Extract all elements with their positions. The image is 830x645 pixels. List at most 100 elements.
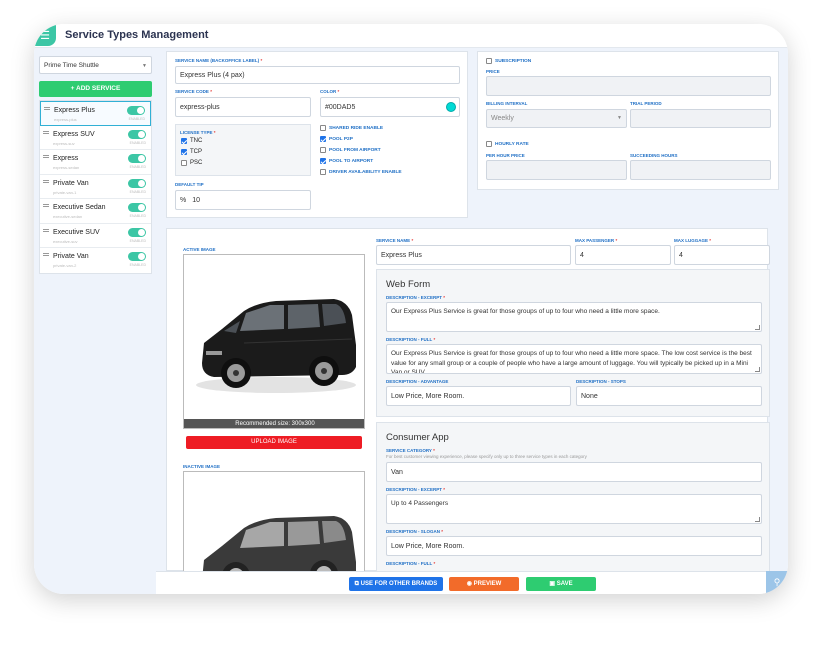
toggle-status: ENABLED (128, 117, 145, 121)
billing-interval-select[interactable]: Weekly ▼ (486, 109, 627, 128)
license-type-label: LICENSE TYPE * (180, 130, 216, 135)
service-item[interactable]: Express SUV express-suv ENABLED (40, 126, 151, 150)
resize-handle-icon[interactable] (755, 517, 760, 522)
shared-ride-checkbox[interactable]: SHARED RIDE ENABLE (320, 125, 383, 131)
checkbox-empty-icon (320, 147, 326, 153)
enable-toggle[interactable] (127, 106, 145, 115)
resize-handle-icon[interactable] (755, 325, 760, 330)
service-category-hint: For best customer viewing experience, pl… (386, 454, 587, 459)
drag-handle-icon[interactable] (43, 179, 49, 181)
advantage-input[interactable]: Low Price, More Room. (386, 386, 571, 406)
checkbox-checked-icon (320, 136, 326, 142)
search-icon[interactable]: ⚲ (766, 571, 788, 594)
resize-handle-icon[interactable] (755, 367, 760, 372)
service-item[interactable]: Express express-sedan ENABLED (40, 150, 151, 175)
web-excerpt-label: DESCRIPTION - EXCERPT * (386, 295, 446, 300)
preview-label: PREVIEW (473, 581, 502, 587)
license-psc-label: PSC (190, 160, 203, 166)
web-excerpt-textarea[interactable]: Our Express Plus Service is great for th… (386, 302, 762, 332)
web-full-label: DESCRIPTION - FULL * (386, 337, 436, 342)
service-name-input[interactable]: Express Plus (4 pax) (175, 66, 460, 84)
checkbox-empty-icon (320, 125, 326, 131)
app-full-label: DESCRIPTION - FULL * (386, 561, 436, 566)
max-luggage-label: MAX LUGGAGE * (674, 238, 712, 243)
app-excerpt-text: Up to 4 Passengers (391, 500, 449, 507)
service-item-code: private-van-2 (53, 263, 77, 268)
minivan-image (196, 299, 356, 393)
add-service-button[interactable]: + ADD SERVICE (39, 81, 152, 97)
enable-toggle[interactable] (128, 252, 146, 261)
copy-icon: ⧉ (354, 581, 359, 587)
service-item[interactable]: Express Plus express-plus ENABLED (40, 101, 151, 126)
service-item[interactable]: Private Van private-van-1 ENABLED (40, 175, 151, 199)
service-item[interactable]: Executive SUV executive-suv ENABLED (40, 224, 151, 248)
toggle-status: ENABLED (129, 238, 146, 243)
preview-button[interactable]: ◉ PREVIEW (449, 577, 519, 591)
save-label: SAVE (556, 581, 573, 587)
inactive-image-label: INACTIVE IMAGE (183, 464, 221, 469)
drag-handle-icon[interactable] (43, 253, 49, 254)
subscription-label: SUBSCRIPTION (495, 58, 532, 64)
app-excerpt-textarea[interactable]: Up to 4 Passengers (386, 494, 762, 524)
web-full-textarea[interactable]: Our Express Plus Service is great for th… (386, 344, 762, 374)
eye-icon: ◉ (466, 581, 472, 587)
service-basics-panel: SERVICE NAME (BACKOFFICE LABEL) * Expres… (166, 51, 468, 218)
driver-availability-label: DRIVER AVAILABILITY ENABLE (329, 169, 402, 175)
save-button[interactable]: ▣ SAVE (526, 577, 596, 591)
checkbox-empty-icon (320, 169, 326, 175)
pool-to-airport-label: POOL TO AIRPORT (329, 158, 374, 164)
pool-p2p-checkbox[interactable]: POOL P2P (320, 136, 353, 142)
drag-handle-icon[interactable] (43, 204, 49, 205)
service-code-input[interactable]: express-plus (175, 97, 311, 117)
default-tip-value: 10 (192, 196, 201, 204)
color-value: #00DAD5 (325, 103, 356, 111)
trial-period-input[interactable] (630, 109, 771, 128)
service-category-input[interactable]: Van (386, 462, 762, 482)
license-tnc-checkbox[interactable]: TNC (181, 138, 202, 144)
page-title: Service Types Management (65, 29, 209, 41)
sidebar: Prime Time Shuttle ▼ + ADD SERVICE Expre… (34, 48, 157, 594)
pool-from-airport-checkbox[interactable]: POOL FROM AIRPORT (320, 147, 381, 153)
chevron-down-icon: ▼ (617, 115, 622, 121)
upload-image-button[interactable]: UPLOAD IMAGE (186, 436, 362, 449)
drag-handle-icon[interactable] (43, 155, 49, 156)
drag-handle-icon[interactable] (43, 228, 49, 230)
max-passenger-input[interactable]: 4 (575, 245, 671, 265)
chevron-down-icon: ▼ (142, 63, 147, 69)
enable-toggle[interactable] (128, 154, 146, 163)
license-tnc-label: TNC (190, 138, 203, 144)
max-luggage-input[interactable]: 4 (674, 245, 770, 265)
hourly-rate-checkbox[interactable]: HOURLY RATE (486, 141, 529, 147)
color-swatch[interactable] (446, 102, 456, 112)
license-psc-checkbox[interactable]: PSC (181, 160, 202, 166)
enable-toggle[interactable] (128, 203, 146, 212)
checkbox-empty-icon (486, 58, 492, 64)
price-input[interactable] (486, 76, 771, 96)
enable-toggle[interactable] (128, 178, 146, 188)
service-item-code: express-plus (54, 117, 77, 122)
default-tip-input[interactable]: % 10 (175, 190, 311, 210)
drag-handle-icon[interactable] (43, 130, 49, 132)
license-tcp-checkbox[interactable]: TCP (181, 149, 202, 155)
enable-toggle[interactable] (128, 227, 146, 237)
use-for-other-brands-button[interactable]: ⧉ USE FOR OTHER BRANDS (349, 577, 443, 591)
driver-availability-checkbox[interactable]: DRIVER AVAILABILITY ENABLE (320, 169, 402, 175)
service-item[interactable]: Executive Sedan executive-sedan ENABLED (40, 199, 151, 224)
drag-handle-icon[interactable] (44, 107, 50, 108)
stops-input[interactable]: None (576, 386, 762, 406)
slogan-input[interactable]: Low Price, More Room. (386, 536, 762, 556)
brand-select[interactable]: Prime Time Shuttle ▼ (39, 56, 152, 74)
color-input[interactable]: #00DAD5 (320, 97, 460, 117)
service-name-field[interactable]: Express Plus (376, 245, 571, 265)
subscription-checkbox[interactable]: SUBSCRIPTION (486, 58, 531, 64)
recommended-size-note: Recommended size: 300x300 (184, 419, 364, 428)
succeeding-hours-input[interactable] (630, 160, 771, 180)
service-item-name: Express Plus (54, 107, 95, 114)
enable-toggle[interactable] (128, 129, 146, 139)
per-hour-price-input[interactable] (486, 160, 627, 180)
service-item[interactable]: Private Van private-van-2 ENABLED (40, 248, 151, 273)
subscription-panel: SUBSCRIPTION PRICE BILLING INTERVAL Week… (477, 51, 779, 190)
pool-to-airport-checkbox[interactable]: POOL TO AIRPORT (320, 158, 373, 164)
service-item-code: executive-suv (53, 238, 78, 244)
menu-icon[interactable]: ☰ (34, 24, 56, 46)
